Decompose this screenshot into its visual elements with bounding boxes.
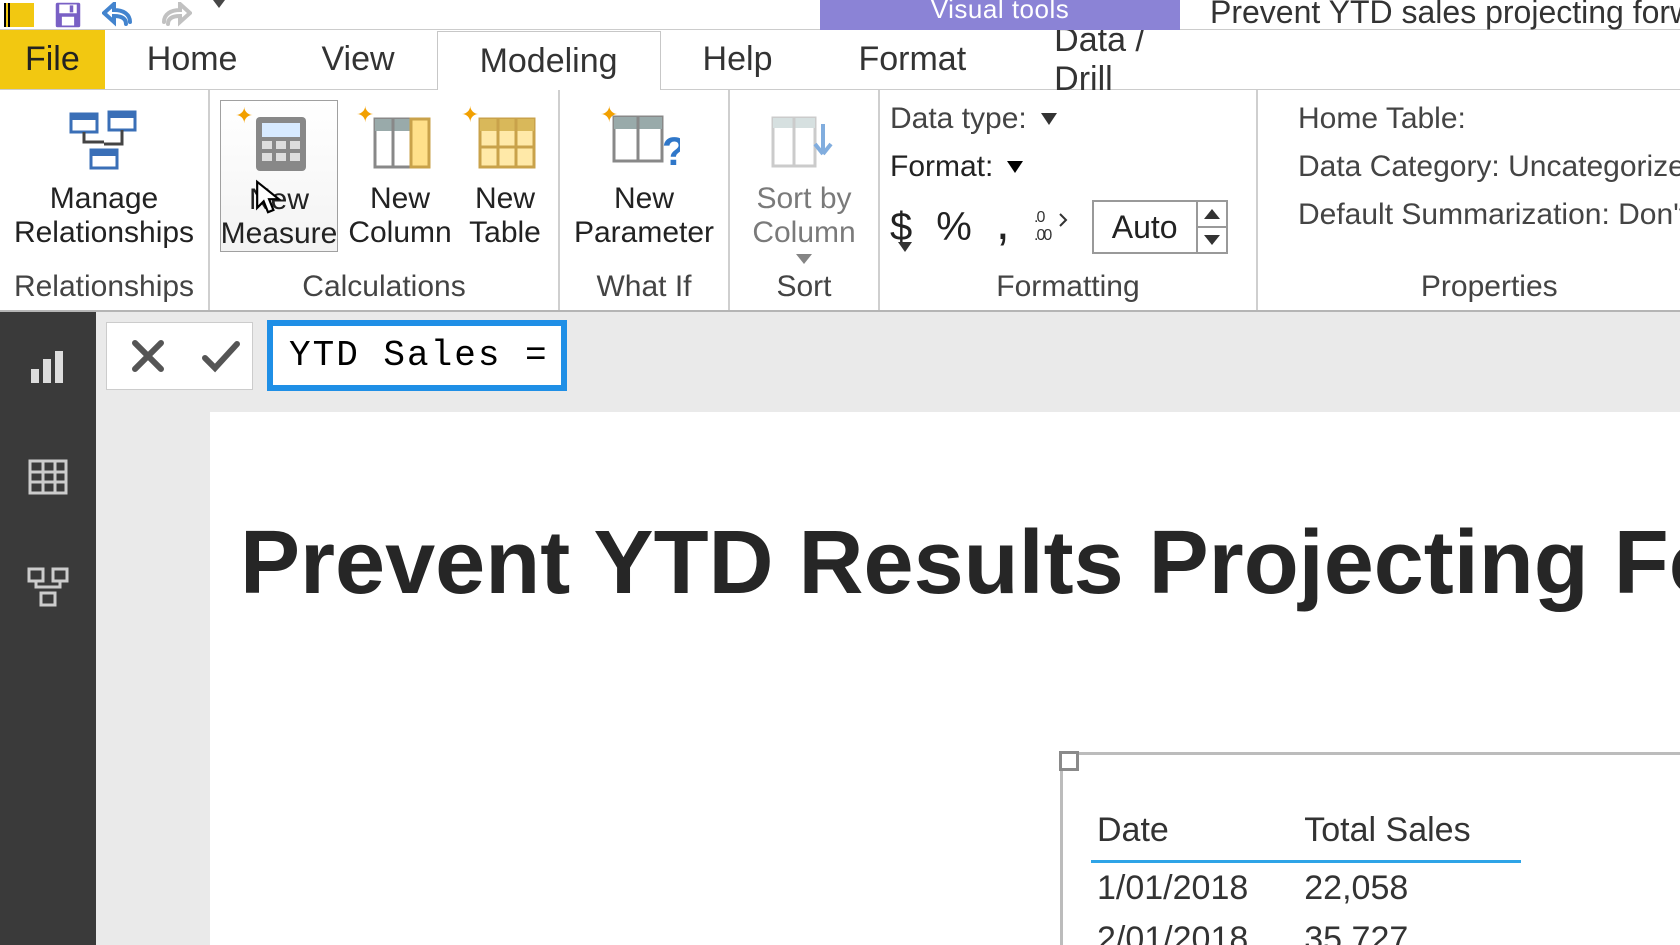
data-type-dropdown[interactable]: Data type:	[890, 102, 1250, 136]
model-view-button[interactable]	[23, 562, 73, 612]
group-label-formatting: Formatting	[890, 270, 1246, 306]
formula-input-highlight	[267, 320, 567, 391]
table-row: 2/01/2018 35,727	[1091, 914, 1521, 945]
thousands-separator-button[interactable]: ,	[996, 193, 1010, 251]
group-properties: Home Table: Data Category: Uncategorized…	[1258, 90, 1680, 310]
new-parameter-label: New Parameter	[574, 182, 714, 250]
relationships-icon	[66, 104, 142, 180]
new-measure-label: New Measure	[221, 183, 338, 251]
resize-handle-icon[interactable]	[1059, 751, 1079, 771]
data-category-label: Data Category: Uncategorized	[1298, 150, 1680, 184]
report-view-button[interactable]	[23, 342, 73, 392]
column-header-total-sales[interactable]: Total Sales	[1298, 805, 1520, 862]
group-label-sort: Sort	[740, 270, 868, 306]
column-header-date[interactable]: Date	[1091, 805, 1298, 862]
group-formatting: Data type: Format: $ % , .0.00 Auto	[880, 90, 1258, 310]
table-row: 1/01/2018 22,058	[1091, 862, 1521, 915]
data-view-button[interactable]	[23, 452, 73, 502]
title-bar: Visual tools Prevent YTD sales projectin…	[0, 0, 1680, 30]
home-table-dropdown[interactable]: Home Table:	[1298, 102, 1680, 136]
tab-view[interactable]: View	[279, 30, 436, 89]
data-type-label: Data type:	[890, 102, 1027, 136]
format-label: Format:	[890, 150, 993, 184]
format-dropdown[interactable]: Format:	[890, 150, 1250, 184]
group-label-calculations: Calculations	[220, 270, 548, 306]
dropdown-icon	[1041, 113, 1057, 125]
formula-commit-button[interactable]	[189, 322, 253, 390]
cell-date: 2/01/2018	[1091, 914, 1298, 945]
ribbon-tabs: File Home View Modeling Help Format Data…	[0, 30, 1680, 90]
tab-modeling[interactable]: Modeling	[437, 31, 661, 90]
manage-relationships-label: Manage Relationships	[14, 182, 194, 250]
group-sort: Sort by Column Sort	[730, 90, 880, 310]
tab-home[interactable]: Home	[105, 30, 280, 89]
undo-icon[interactable]	[102, 2, 138, 28]
svg-text:.00: .00	[1034, 227, 1052, 242]
new-measure-button[interactable]: ✦ New Measure	[220, 100, 338, 252]
spinner-icon[interactable]	[1196, 202, 1226, 252]
default-summarization-label: Default Summarization: Don't s	[1298, 198, 1680, 232]
group-whatif: ✦ ? New Parameter What If	[560, 90, 730, 310]
report-title-text: Prevent YTD Results Projecting Forw	[240, 512, 1680, 615]
tab-help[interactable]: Help	[661, 30, 815, 89]
contextual-tab-header: Visual tools	[820, 0, 1180, 30]
document-title: Prevent YTD sales projecting forward	[1210, 0, 1680, 31]
new-table-label: New Table	[469, 182, 541, 250]
table-icon: ✦	[467, 104, 543, 180]
new-parameter-button[interactable]: ✦ ? New Parameter	[570, 100, 718, 250]
redo-icon[interactable]	[156, 2, 192, 28]
parameter-icon: ✦ ?	[606, 104, 682, 180]
group-relationships: Manage Relationships Relationships	[0, 90, 210, 310]
tab-format[interactable]: Format	[814, 30, 1010, 89]
dropdown-icon	[796, 254, 812, 264]
decimal-places-input[interactable]: Auto	[1092, 200, 1228, 254]
column-icon: ✦	[362, 104, 438, 180]
svg-text:?: ?	[662, 130, 680, 173]
table-visual[interactable]: Date Total Sales 1/01/2018 22,058 2/01/2…	[1060, 752, 1680, 945]
data-category-dropdown[interactable]: Data Category: Uncategorized	[1298, 150, 1680, 184]
ribbon: Manage Relationships Relationships ✦ New…	[0, 90, 1680, 312]
default-summarization-dropdown[interactable]: Default Summarization: Don't s	[1298, 198, 1680, 232]
formula-bar	[106, 320, 567, 391]
new-column-button[interactable]: ✦ New Column	[350, 100, 450, 250]
sort-icon	[766, 104, 842, 180]
group-label-relationships: Relationships	[10, 270, 198, 306]
svg-text:.0: .0	[1034, 209, 1045, 226]
new-column-label: New Column	[348, 182, 451, 250]
cell-date: 1/01/2018	[1091, 862, 1298, 915]
new-table-button[interactable]: ✦ New Table	[462, 100, 548, 250]
quick-access-toolbar	[0, 1, 228, 29]
sort-by-column-button[interactable]: Sort by Column	[740, 100, 868, 264]
dropdown-icon	[1007, 161, 1023, 173]
report-canvas[interactable]: Prevent YTD Results Projecting Forw Date…	[210, 412, 1680, 945]
cell-total: 22,058	[1298, 862, 1520, 915]
qat-customize-icon[interactable]	[210, 6, 228, 24]
group-label-properties: Properties	[1268, 270, 1680, 306]
manage-relationships-button[interactable]: Manage Relationships	[10, 100, 198, 250]
dropdown-icon	[898, 242, 912, 252]
group-calculations: ✦ New Measure ✦ New Column ✦ New Table	[210, 90, 560, 310]
formula-input[interactable]	[287, 334, 547, 377]
save-icon[interactable]	[52, 1, 84, 29]
tab-data-drill[interactable]: Data / Drill	[1010, 30, 1243, 89]
view-switcher	[0, 312, 96, 945]
percent-button[interactable]: %	[936, 205, 972, 250]
formula-cancel-button[interactable]	[106, 322, 190, 390]
sort-by-column-label: Sort by Column	[752, 182, 855, 250]
decimal-button[interactable]: .0.00	[1034, 206, 1068, 249]
decimal-places-value: Auto	[1094, 209, 1196, 246]
currency-button[interactable]: $	[890, 205, 912, 250]
data-table: Date Total Sales 1/01/2018 22,058 2/01/2…	[1091, 805, 1521, 945]
file-tab[interactable]: File	[0, 30, 105, 89]
group-label-whatif: What If	[570, 270, 718, 306]
app-logo-icon	[4, 3, 34, 27]
work-area: Prevent YTD Results Projecting Forw Date…	[96, 312, 1680, 945]
cell-total: 35,727	[1298, 914, 1520, 945]
home-table-label: Home Table:	[1298, 102, 1466, 136]
measure-icon: ✦	[241, 105, 317, 181]
